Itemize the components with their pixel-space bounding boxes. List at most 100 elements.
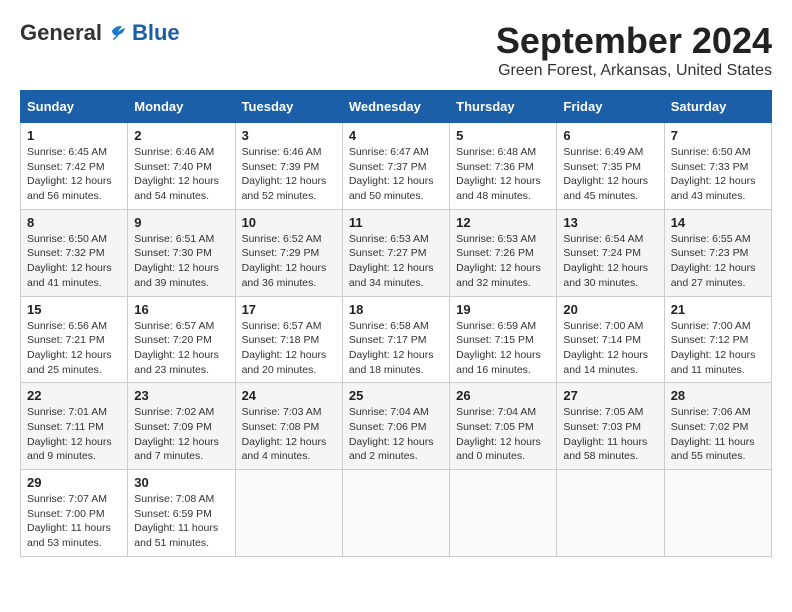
day-number: 22: [27, 388, 121, 403]
day-info: Sunrise: 7:05 AM Sunset: 7:03 PM Dayligh…: [563, 405, 657, 464]
calendar-subtitle: Green Forest, Arkansas, United States: [496, 62, 772, 80]
day-number: 16: [134, 302, 228, 317]
calendar-cell: [342, 470, 449, 557]
calendar-cell: 16Sunrise: 6:57 AM Sunset: 7:20 PM Dayli…: [128, 296, 235, 383]
calendar-cell: 9 Sunrise: 6:51 AM Sunset: 7:30 PM Daylig…: [128, 209, 235, 296]
day-header-monday: Monday: [128, 91, 235, 123]
calendar-cell: 11Sunrise: 6:53 AM Sunset: 7:27 PM Dayli…: [342, 209, 449, 296]
day-header-sunday: Sunday: [21, 91, 128, 123]
calendar-cell: 20Sunrise: 7:00 AM Sunset: 7:14 PM Dayli…: [557, 296, 664, 383]
day-number: 2: [134, 128, 228, 143]
day-number: 8: [27, 215, 121, 230]
day-number: 4: [349, 128, 443, 143]
calendar-cell: 21 Sunrise: 7:00 AM Sunset: 7:12 PM Dayli…: [664, 296, 771, 383]
day-header-thursday: Thursday: [450, 91, 557, 123]
day-header-friday: Friday: [557, 91, 664, 123]
calendar-cell: 27 Sunrise: 7:05 AM Sunset: 7:03 PM Dayli…: [557, 383, 664, 470]
day-number: 9: [134, 215, 228, 230]
calendar-cell: 8 Sunrise: 6:50 AM Sunset: 7:32 PM Daylig…: [21, 209, 128, 296]
calendar-cell: 1 Sunrise: 6:45 AM Sunset: 7:42 PM Daylig…: [21, 123, 128, 210]
calendar-cell: 18 Sunrise: 6:58 AM Sunset: 7:17 PM Dayli…: [342, 296, 449, 383]
calendar-cell: 4 Sunrise: 6:47 AM Sunset: 7:37 PM Daylig…: [342, 123, 449, 210]
day-number: 17: [242, 302, 336, 317]
calendar-title: September 2024: [496, 20, 772, 62]
day-number: 18: [349, 302, 443, 317]
calendar-cell: 14 Sunrise: 6:55 AM Sunset: 7:23 PM Dayli…: [664, 209, 771, 296]
calendar-cell: 10 Sunrise: 6:52 AM Sunset: 7:29 PM Dayli…: [235, 209, 342, 296]
day-number: 29: [27, 475, 121, 490]
day-info: Sunrise: 6:47 AM Sunset: 7:37 PM Dayligh…: [349, 145, 443, 204]
day-info: Sunrise: 6:55 AM Sunset: 7:23 PM Dayligh…: [671, 232, 765, 291]
day-info: Sunrise: 6:49 AM Sunset: 7:35 PM Dayligh…: [563, 145, 657, 204]
day-number: 5: [456, 128, 550, 143]
day-info: Sunrise: 6:58 AM Sunset: 7:17 PM Dayligh…: [349, 319, 443, 378]
day-number: 20: [563, 302, 657, 317]
day-info: Sunrise: 6:48 AM Sunset: 7:36 PM Dayligh…: [456, 145, 550, 204]
logo-general-text: General: [20, 20, 102, 46]
calendar-cell: 25 Sunrise: 7:04 AM Sunset: 7:06 PM Dayli…: [342, 383, 449, 470]
calendar-cell: [664, 470, 771, 557]
page-header: General Blue September 2024 Green Forest…: [20, 20, 772, 80]
calendar-week-5: 29Sunrise: 7:07 AM Sunset: 7:00 PM Dayli…: [21, 470, 772, 557]
day-number: 23: [134, 388, 228, 403]
day-info: Sunrise: 7:04 AM Sunset: 7:06 PM Dayligh…: [349, 405, 443, 464]
calendar-cell: 29Sunrise: 7:07 AM Sunset: 7:00 PM Dayli…: [21, 470, 128, 557]
day-number: 7: [671, 128, 765, 143]
calendar-cell: 26Sunrise: 7:04 AM Sunset: 7:05 PM Dayli…: [450, 383, 557, 470]
calendar-cell: 13 Sunrise: 6:54 AM Sunset: 7:24 PM Dayli…: [557, 209, 664, 296]
calendar-cell: 22 Sunrise: 7:01 AM Sunset: 7:11 PM Dayli…: [21, 383, 128, 470]
calendar-cell: 7 Sunrise: 6:50 AM Sunset: 7:33 PM Daylig…: [664, 123, 771, 210]
calendar-week-3: 15 Sunrise: 6:56 AM Sunset: 7:21 PM Dayli…: [21, 296, 772, 383]
calendar-week-1: 1 Sunrise: 6:45 AM Sunset: 7:42 PM Daylig…: [21, 123, 772, 210]
day-number: 28: [671, 388, 765, 403]
day-number: 3: [242, 128, 336, 143]
logo-bird-icon: [106, 23, 128, 43]
day-info: Sunrise: 6:45 AM Sunset: 7:42 PM Dayligh…: [27, 145, 121, 204]
day-number: 15: [27, 302, 121, 317]
calendar-cell: 30Sunrise: 7:08 AM Sunset: 6:59 PM Dayli…: [128, 470, 235, 557]
calendar-cell: 19Sunrise: 6:59 AM Sunset: 7:15 PM Dayli…: [450, 296, 557, 383]
day-number: 24: [242, 388, 336, 403]
day-info: Sunrise: 6:53 AM Sunset: 7:26 PM Dayligh…: [456, 232, 550, 291]
day-number: 11: [349, 215, 443, 230]
day-number: 14: [671, 215, 765, 230]
day-number: 1: [27, 128, 121, 143]
day-info: Sunrise: 7:04 AM Sunset: 7:05 PM Dayligh…: [456, 405, 550, 464]
calendar-cell: 17Sunrise: 6:57 AM Sunset: 7:18 PM Dayli…: [235, 296, 342, 383]
day-number: 6: [563, 128, 657, 143]
day-info: Sunrise: 6:54 AM Sunset: 7:24 PM Dayligh…: [563, 232, 657, 291]
day-info: Sunrise: 7:08 AM Sunset: 6:59 PM Dayligh…: [134, 492, 228, 551]
day-info: Sunrise: 6:52 AM Sunset: 7:29 PM Dayligh…: [242, 232, 336, 291]
day-number: 19: [456, 302, 550, 317]
day-info: Sunrise: 6:50 AM Sunset: 7:32 PM Dayligh…: [27, 232, 121, 291]
day-info: Sunrise: 7:00 AM Sunset: 7:12 PM Dayligh…: [671, 319, 765, 378]
calendar-cell: 6 Sunrise: 6:49 AM Sunset: 7:35 PM Daylig…: [557, 123, 664, 210]
day-header-wednesday: Wednesday: [342, 91, 449, 123]
calendar-cell: [557, 470, 664, 557]
calendar-cell: [235, 470, 342, 557]
calendar-cell: 23 Sunrise: 7:02 AM Sunset: 7:09 PM Dayli…: [128, 383, 235, 470]
day-info: Sunrise: 6:51 AM Sunset: 7:30 PM Dayligh…: [134, 232, 228, 291]
day-info: Sunrise: 7:02 AM Sunset: 7:09 PM Dayligh…: [134, 405, 228, 464]
calendar-cell: 3Sunrise: 6:46 AM Sunset: 7:39 PM Daylig…: [235, 123, 342, 210]
day-number: 13: [563, 215, 657, 230]
calendar-week-2: 8 Sunrise: 6:50 AM Sunset: 7:32 PM Daylig…: [21, 209, 772, 296]
day-info: Sunrise: 6:50 AM Sunset: 7:33 PM Dayligh…: [671, 145, 765, 204]
day-header-saturday: Saturday: [664, 91, 771, 123]
day-header-tuesday: Tuesday: [235, 91, 342, 123]
day-number: 21: [671, 302, 765, 317]
calendar-cell: 24Sunrise: 7:03 AM Sunset: 7:08 PM Dayli…: [235, 383, 342, 470]
title-block: September 2024 Green Forest, Arkansas, U…: [496, 20, 772, 80]
day-number: 25: [349, 388, 443, 403]
days-header-row: SundayMondayTuesdayWednesdayThursdayFrid…: [21, 91, 772, 123]
logo: General Blue: [20, 20, 180, 46]
day-number: 27: [563, 388, 657, 403]
day-number: 12: [456, 215, 550, 230]
calendar-cell: 15 Sunrise: 6:56 AM Sunset: 7:21 PM Dayli…: [21, 296, 128, 383]
day-number: 10: [242, 215, 336, 230]
day-info: Sunrise: 6:56 AM Sunset: 7:21 PM Dayligh…: [27, 319, 121, 378]
calendar-cell: 5 Sunrise: 6:48 AM Sunset: 7:36 PM Daylig…: [450, 123, 557, 210]
day-info: Sunrise: 7:01 AM Sunset: 7:11 PM Dayligh…: [27, 405, 121, 464]
calendar-week-4: 22 Sunrise: 7:01 AM Sunset: 7:11 PM Dayli…: [21, 383, 772, 470]
calendar-table: SundayMondayTuesdayWednesdayThursdayFrid…: [20, 90, 772, 557]
